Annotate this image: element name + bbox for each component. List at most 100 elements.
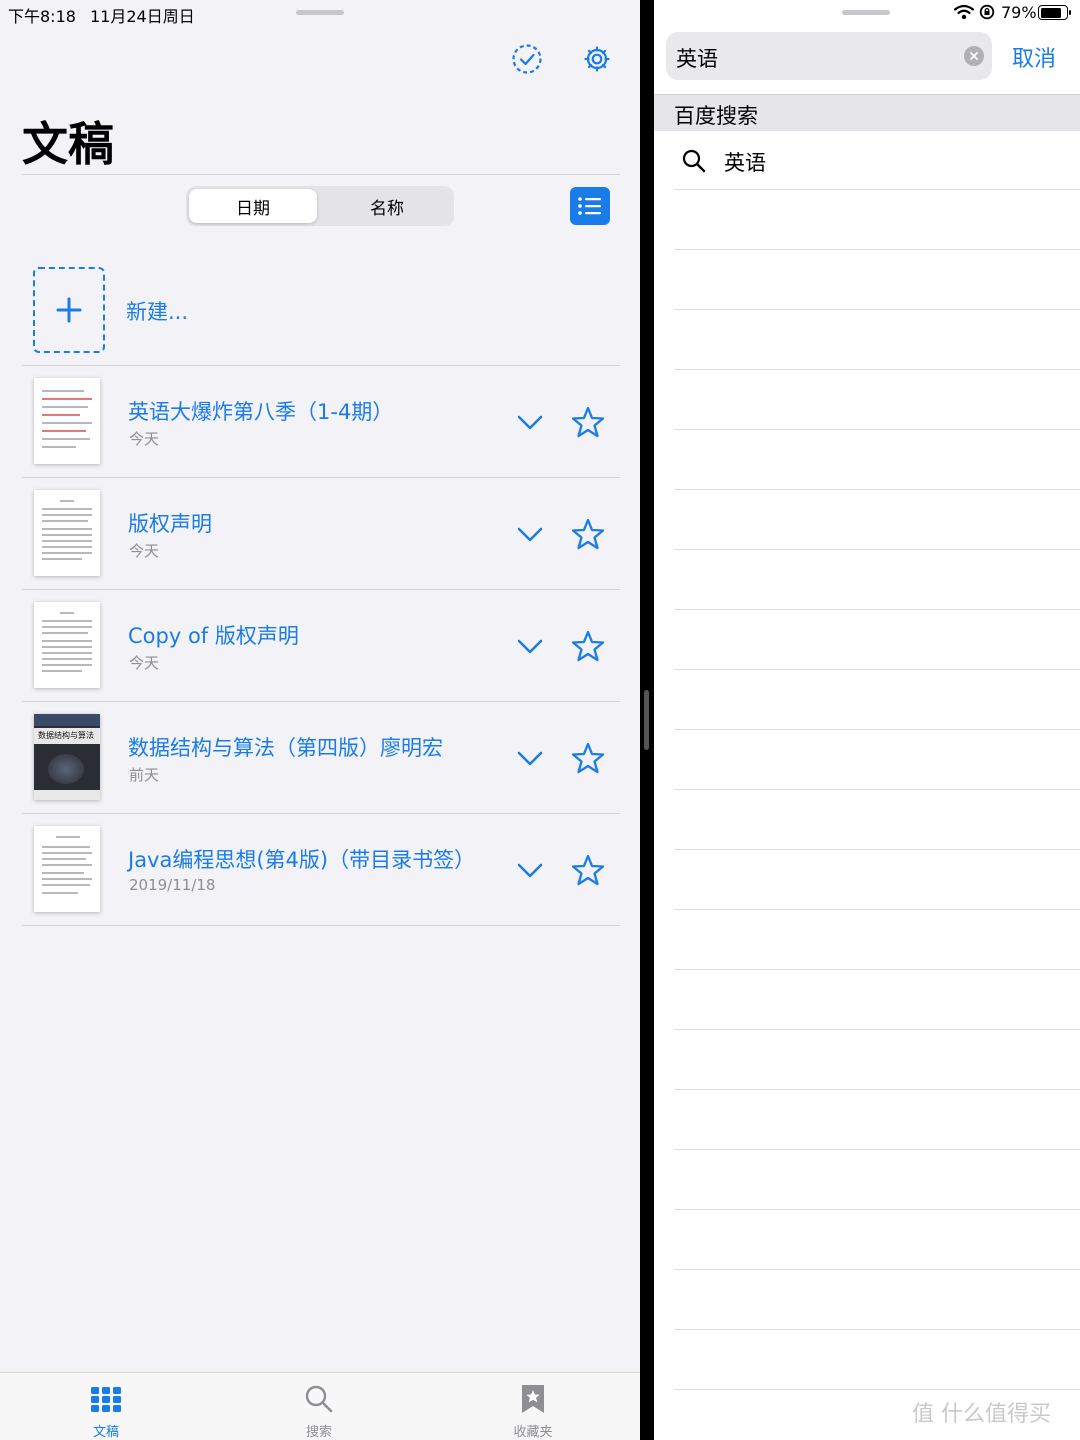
segment-name[interactable]: 名称 xyxy=(323,189,451,223)
row-separator xyxy=(674,189,1080,190)
document-title: 数据结构与算法（第四版）廖明宏 xyxy=(128,736,443,760)
document-title: Copy of 版权声明 xyxy=(128,624,299,648)
row-separator xyxy=(674,309,1080,310)
row-separator xyxy=(674,1209,1080,1210)
status-time: 下午8:18 xyxy=(8,7,76,26)
row-separator xyxy=(674,1089,1080,1090)
search-input[interactable]: 英语 xyxy=(666,32,992,80)
watermark: 值 什么值得买 xyxy=(912,1402,1051,1427)
row-separator xyxy=(674,1389,1080,1390)
tab-label: 搜索 xyxy=(305,1425,332,1440)
tab-favorites[interactable]: 收藏夹 xyxy=(473,1373,593,1440)
tab-label: 收藏夹 xyxy=(513,1425,553,1440)
document-thumbnail xyxy=(34,602,100,688)
row-separator xyxy=(674,1149,1080,1150)
gear-icon xyxy=(584,46,610,72)
row-separator xyxy=(674,489,1080,490)
row-separator xyxy=(674,669,1080,670)
document-date: 2019/11/18 xyxy=(129,876,216,894)
document-title: 英语大爆炸第八季（1-4期） xyxy=(128,400,394,424)
battery-percent: 79% xyxy=(1001,3,1037,22)
document-row[interactable]: Java编程思想(第4版)（带目录书签） 2019/11/18 xyxy=(22,814,620,926)
star-icon[interactable] xyxy=(570,404,606,440)
row-separator xyxy=(674,249,1080,250)
row-separator xyxy=(674,909,1080,910)
multitask-grabber[interactable] xyxy=(296,10,344,15)
row-separator xyxy=(674,969,1080,970)
sort-segmented-control: 日期 名称 xyxy=(186,186,454,226)
document-row[interactable]: Copy of 版权声明 今天 xyxy=(22,590,620,702)
star-icon[interactable] xyxy=(570,740,606,776)
row-separator xyxy=(674,369,1080,370)
tab-search[interactable]: 搜索 xyxy=(259,1373,379,1440)
document-date: 今天 xyxy=(129,430,160,448)
row-separator xyxy=(674,789,1080,790)
chevron-down-icon[interactable] xyxy=(512,852,548,888)
select-button[interactable] xyxy=(507,39,547,79)
search-suggestion[interactable]: 英语 xyxy=(654,131,1080,189)
list-icon xyxy=(578,197,601,215)
search-icon xyxy=(682,149,706,173)
list-view-button[interactable] xyxy=(570,187,610,225)
wifi-icon xyxy=(953,4,975,20)
new-document-label[interactable]: 新建... xyxy=(126,296,188,326)
cancel-button[interactable]: 取消 xyxy=(1012,41,1056,73)
orientation-lock-icon xyxy=(979,4,995,20)
status-date: 11月24日周日 xyxy=(90,7,195,26)
row-separator xyxy=(674,1029,1080,1030)
documents-pane: 下午8:18 11月24日周日 文稿 日期 名称 新建... 英语大爆炸第八季（… xyxy=(0,0,640,1440)
section-header: 百度搜索 xyxy=(654,94,1080,131)
chevron-down-icon[interactable] xyxy=(512,516,548,552)
row-separator xyxy=(674,849,1080,850)
document-title: Java编程思想(第4版)（带目录书签） xyxy=(128,848,476,872)
document-date: 前天 xyxy=(129,766,160,784)
row-separator xyxy=(674,429,1080,430)
row-separator xyxy=(674,729,1080,730)
document-row[interactable]: 英语大爆炸第八季（1-4期） 今天 xyxy=(22,366,620,478)
document-row[interactable]: 数据结构与算法 数据结构与算法（第四版）廖明宏 前天 xyxy=(22,702,620,814)
star-icon[interactable] xyxy=(570,852,606,888)
star-icon[interactable] xyxy=(570,628,606,664)
cover-title: 数据结构与算法 xyxy=(38,731,94,740)
document-date: 今天 xyxy=(129,654,160,672)
row-separator xyxy=(674,549,1080,550)
page-title: 文稿 xyxy=(22,117,114,171)
document-title: 版权声明 xyxy=(128,512,212,536)
browser-pane: 79% 英语 取消 百度搜索 英语 值 什么值得买 xyxy=(654,0,1080,1440)
new-document-tile[interactable] xyxy=(33,267,105,353)
battery-level xyxy=(1041,8,1061,18)
dashed-check-circle-icon xyxy=(512,44,542,74)
segment-date[interactable]: 日期 xyxy=(189,189,317,223)
tab-bar: 文稿 搜索 收藏夹 xyxy=(0,1372,640,1440)
document-thumbnail xyxy=(34,378,100,464)
row-separator xyxy=(22,925,620,926)
tab-documents[interactable]: 文稿 xyxy=(46,1373,166,1440)
chevron-down-icon[interactable] xyxy=(512,404,548,440)
document-row[interactable]: 版权声明 今天 xyxy=(22,478,620,590)
search-icon xyxy=(305,1385,333,1413)
section-title: 百度搜索 xyxy=(674,104,758,128)
title-divider xyxy=(22,174,620,175)
document-thumbnail xyxy=(34,826,100,912)
row-separator xyxy=(674,1329,1080,1330)
star-icon[interactable] xyxy=(570,516,606,552)
grid-icon xyxy=(91,1387,121,1412)
multitask-grabber[interactable] xyxy=(842,10,890,15)
clear-search-button[interactable] xyxy=(964,46,984,66)
search-input-value: 英语 xyxy=(676,47,718,71)
settings-button[interactable] xyxy=(577,39,617,79)
split-view-handle[interactable] xyxy=(644,690,649,750)
tab-label: 文稿 xyxy=(92,1425,119,1440)
document-thumbnail xyxy=(34,490,100,576)
bookmark-star-icon xyxy=(522,1385,544,1413)
document-date: 今天 xyxy=(129,542,160,560)
row-separator xyxy=(674,609,1080,610)
row-separator xyxy=(674,1269,1080,1270)
battery-icon xyxy=(1038,5,1072,20)
close-icon xyxy=(970,52,978,60)
book-cover-thumbnail: 数据结构与算法 xyxy=(34,714,100,800)
plus-icon xyxy=(56,297,82,323)
chevron-down-icon[interactable] xyxy=(512,740,548,776)
suggestion-text: 英语 xyxy=(724,151,766,175)
chevron-down-icon[interactable] xyxy=(512,628,548,664)
